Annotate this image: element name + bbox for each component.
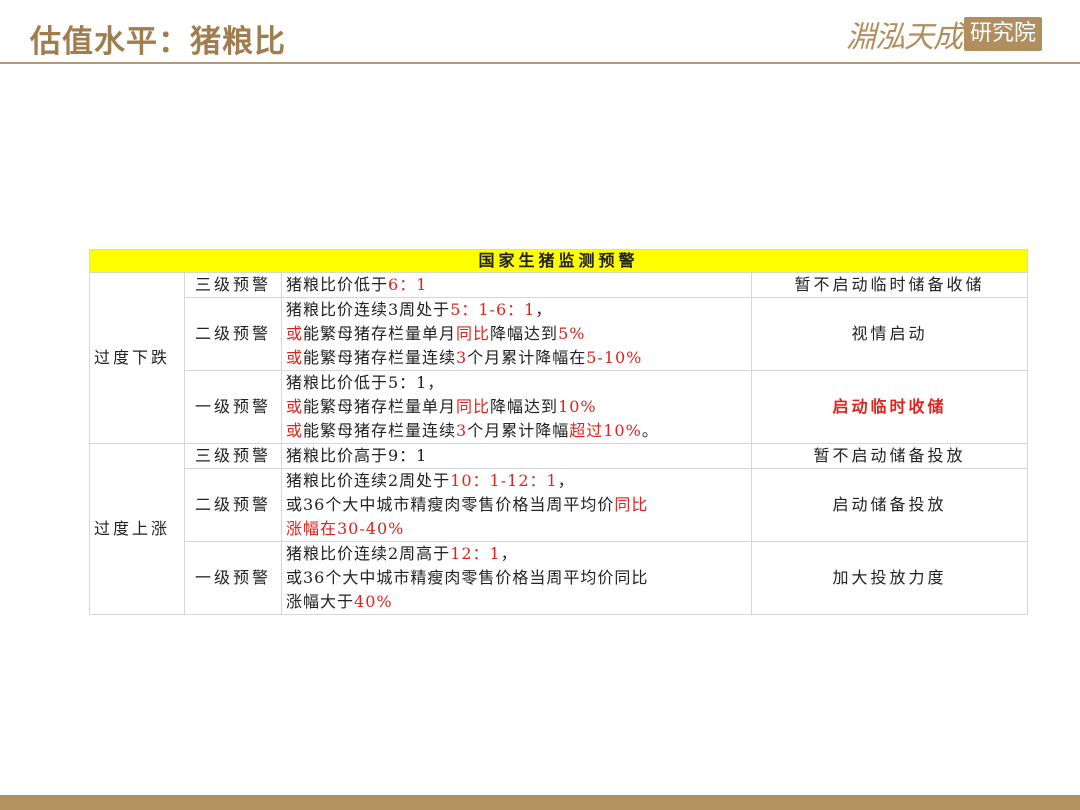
condition-text: 6：1 <box>388 275 428 294</box>
condition-text: 猪粮比价低于5：1， <box>286 373 445 392</box>
condition-text: 。 <box>641 421 659 440</box>
action-cell: 暂不启动临时储备收储 <box>750 272 1029 298</box>
condition-cell: 猪粮比价低于5：1， 或能繁母猪存栏量单月同比降幅达到10% 或能繁母猪存栏量连续3… <box>281 370 752 444</box>
condition-text: 能繁母猪存栏量连续 <box>303 348 457 367</box>
condition-text: 猪粮比价连续2周高于 <box>286 544 451 563</box>
condition-line: 或能繁母猪存栏量单月同比降幅达到10% <box>286 395 747 419</box>
table-row: 一级预警 猪粮比价连续2周高于12：1， 或36个大中城市精瘦肉零售价格当周平均价同… <box>90 541 1029 615</box>
table-row: 一级预警 猪粮比价低于5：1， 或能繁母猪存栏量单月同比降幅达到10% 或能繁母猪存栏… <box>90 370 1029 444</box>
level-cell: 三级预警 <box>184 443 282 469</box>
category-cell: 过度上涨 <box>89 443 185 615</box>
condition-line: 或36个大中城市精瘦肉零售价格当周平均价同比 <box>286 566 747 590</box>
table-row: 过度上涨 三级预警 猪粮比价高于9：1 暂不启动储备投放 <box>89 443 1029 615</box>
condition-text: 10：1-12：1 <box>450 471 558 490</box>
condition-text: ， <box>535 300 553 319</box>
table-row: 二级预警 猪粮比价连续3周处于5：1-6：1， 或能繁母猪存栏量单月同比降幅达到5%… <box>90 297 1029 371</box>
logo-seal-text: 研究院 <box>964 17 1043 51</box>
table-title-row: 国家生猪监测预警 <box>88 249 1029 273</box>
condition-text: 40% <box>354 592 393 611</box>
action-cell: 暂不启动储备投放 <box>750 443 1029 469</box>
condition-line: 涨幅在30-40% <box>286 517 747 541</box>
condition-text: 猪粮比价低于 <box>286 275 389 294</box>
condition-cell: 猪粮比价连续2周处于10：1-12：1， 或36个大中城市精瘦肉零售价格当周平均价… <box>281 468 752 542</box>
condition-text: 猪粮比价连续3周处于 <box>286 300 451 319</box>
condition-text: 或36个大中城市精瘦肉零售价格当周平均价同比 <box>286 568 649 587</box>
action-cell: 启动储备投放 <box>750 468 1029 542</box>
condition-text: 降幅达到 <box>490 324 559 343</box>
condition-text: 3 <box>456 348 468 367</box>
warning-table-body: 国家生猪监测预警 过度下跌 三级预警 猪粮比价低于6：1 暂不启动临时储备收储 二级预警… <box>88 249 1029 615</box>
condition-text: 同比 <box>456 397 491 416</box>
condition-text: 5% <box>558 324 586 343</box>
condition-text: 或 <box>286 397 304 416</box>
condition-line: 猪粮比价低于5：1， <box>286 371 747 395</box>
condition-text: 或 <box>286 348 304 367</box>
condition-text: ， <box>557 471 575 490</box>
condition-text: 同比 <box>456 324 491 343</box>
brand-logo: 淵泓天成 研究院 <box>846 16 1043 55</box>
condition-text: 5：1-6：1 <box>450 300 536 319</box>
footer-bar <box>0 795 1080 810</box>
condition-text: 10% <box>558 397 597 416</box>
condition-text: ， <box>500 544 518 563</box>
condition-text: 涨幅在30-40% <box>286 519 405 538</box>
condition-line: 猪粮比价连续2周处于10：1-12：1， <box>286 469 747 493</box>
action-cell: 视情启动 <box>750 297 1029 371</box>
condition-line: 或能繁母猪存栏量连续3个月累计降幅超过10%。 <box>286 419 747 443</box>
level-cell: 二级预警 <box>184 468 282 542</box>
condition-line: 或36个大中城市精瘦肉零售价格当周平均价同比 <box>286 493 747 517</box>
action-cell: 启动临时收储 <box>750 370 1029 444</box>
condition-text: 超过10% <box>569 421 642 440</box>
condition-text: 个月累计降幅在 <box>467 348 587 367</box>
condition-line: 猪粮比价高于9：1 <box>286 444 747 468</box>
condition-cell: 猪粮比价连续2周高于12：1， 或36个大中城市精瘦肉零售价格当周平均价同比 涨幅大… <box>281 541 752 615</box>
condition-text: 能繁母猪存栏量连续 <box>303 421 457 440</box>
warning-table: 国家生猪监测预警 过度下跌 三级预警 猪粮比价低于6：1 暂不启动临时储备收储 二级预警… <box>88 249 1029 615</box>
condition-text: 3 <box>456 421 468 440</box>
header-divider <box>0 62 1080 64</box>
logo-script-text: 淵泓天成 <box>846 20 963 55</box>
condition-line: 猪粮比价连续3周处于5：1-6：1， <box>286 298 747 322</box>
page-title: 估值水平：猪粮比 <box>30 24 286 60</box>
condition-line: 或能繁母猪存栏量连续3个月累计降幅在5-10% <box>286 346 747 370</box>
condition-text: 猪粮比价高于9：1 <box>286 446 428 465</box>
condition-text: 12：1 <box>450 544 501 563</box>
condition-text: 或36个大中城市精瘦肉零售价格当周平均价 <box>286 495 615 514</box>
condition-text: 同比 <box>614 495 649 514</box>
condition-cell: 猪粮比价高于9：1 <box>281 443 752 469</box>
condition-text: 或 <box>286 421 304 440</box>
level-cell: 三级预警 <box>184 272 282 298</box>
condition-line: 或能繁母猪存栏量单月同比降幅达到5% <box>286 322 747 346</box>
table-title: 国家生猪监测预警 <box>88 249 1029 273</box>
condition-text: 能繁母猪存栏量单月 <box>303 397 457 416</box>
category-cell: 过度下跌 <box>89 272 185 444</box>
condition-text: 或 <box>286 324 304 343</box>
action-cell: 加大投放力度 <box>750 541 1029 615</box>
condition-text: 降幅达到 <box>490 397 559 416</box>
condition-line: 涨幅大于40% <box>286 590 747 614</box>
condition-line: 猪粮比价低于6：1 <box>286 273 747 297</box>
condition-text: 涨幅大于 <box>286 592 355 611</box>
condition-text: 猪粮比价连续2周处于 <box>286 471 451 490</box>
condition-text: 5-10% <box>586 348 643 367</box>
table-row: 二级预警 猪粮比价连续2周处于10：1-12：1， 或36个大中城市精瘦肉零售价格当… <box>90 468 1029 542</box>
condition-cell: 猪粮比价连续3周处于5：1-6：1， 或能繁母猪存栏量单月同比降幅达到5% 或能繁母… <box>281 297 752 371</box>
condition-text: 个月累计降幅 <box>467 421 570 440</box>
table-row: 过度下跌 三级预警 猪粮比价低于6：1 暂不启动临时储备收储 <box>89 272 1029 444</box>
condition-text: 能繁母猪存栏量单月 <box>303 324 457 343</box>
condition-cell: 猪粮比价低于6：1 <box>281 272 752 298</box>
condition-line: 猪粮比价连续2周高于12：1， <box>286 542 747 566</box>
level-cell: 一级预警 <box>184 370 282 444</box>
level-cell: 二级预警 <box>184 297 282 371</box>
level-cell: 一级预警 <box>184 541 282 615</box>
